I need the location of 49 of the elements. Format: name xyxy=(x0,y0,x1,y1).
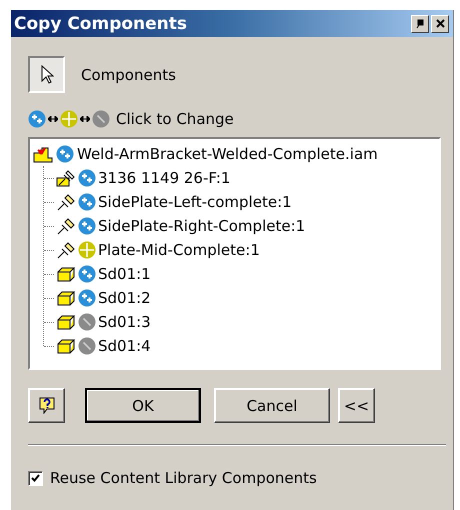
copy-status-icon[interactable] xyxy=(78,265,96,283)
checkbox[interactable] xyxy=(28,470,43,486)
tree-item[interactable]: Sd01:4 xyxy=(98,337,151,355)
dialog-button[interactable]: Cancel xyxy=(214,388,330,423)
dialog-button[interactable]: OK xyxy=(85,388,201,423)
assembly-icon xyxy=(33,145,53,163)
box-icon xyxy=(56,265,76,283)
tree-item[interactable]: Sd01:2 xyxy=(98,289,151,307)
exclude-status-icon[interactable] xyxy=(78,313,96,331)
box-icon xyxy=(56,337,76,355)
tree-item[interactable]: Sd01:1 xyxy=(98,265,151,283)
help-icon xyxy=(38,397,54,414)
tree-item[interactable]: SidePlate-Right-Complete:1 xyxy=(98,217,306,235)
exclude-status-icon[interactable] xyxy=(78,337,96,355)
dialog-button[interactable]: << xyxy=(338,388,375,423)
double-arrow-icon xyxy=(80,116,90,122)
checkbox-label: Reuse Content Library Components xyxy=(50,469,317,487)
check-icon xyxy=(31,474,40,482)
legend-label: Click to Change xyxy=(116,110,234,128)
exclude-status-icon[interactable] xyxy=(92,110,110,128)
cursor-icon xyxy=(40,64,54,84)
pin-icon xyxy=(56,241,76,259)
tree-item[interactable]: Weld-ArmBracket-Welded-Complete.iam xyxy=(77,145,378,163)
reuse-status-icon[interactable] xyxy=(60,110,78,128)
copy-status-icon[interactable] xyxy=(78,169,96,187)
copy-status-icon[interactable] xyxy=(28,110,46,128)
pinned-part-icon xyxy=(56,169,76,187)
box-icon xyxy=(56,313,76,331)
tree-item[interactable]: Sd01:3 xyxy=(98,313,151,331)
copy-status-icon[interactable] xyxy=(56,145,74,163)
close-button[interactable] xyxy=(431,14,449,32)
tree-item[interactable]: 3136 1149 26-F:1 xyxy=(98,169,230,187)
box-icon xyxy=(56,289,76,307)
pin-icon xyxy=(56,217,76,235)
copy-status-icon[interactable] xyxy=(78,217,96,235)
select-button[interactable] xyxy=(28,56,65,93)
tree-item[interactable]: SidePlate-Left-complete:1 xyxy=(98,193,292,211)
pin-icon xyxy=(416,18,424,28)
pin-icon xyxy=(56,193,76,211)
window-title: Copy Components xyxy=(14,14,188,34)
pin-button[interactable] xyxy=(411,14,429,32)
double-arrow-icon xyxy=(48,116,58,122)
reuse-status-icon[interactable] xyxy=(78,241,96,259)
tree-item[interactable]: Plate-Mid-Complete:1 xyxy=(98,241,260,259)
help-button[interactable] xyxy=(28,388,65,423)
copy-status-icon[interactable] xyxy=(78,289,96,307)
close-icon xyxy=(436,19,444,28)
select-label: Components xyxy=(81,66,176,84)
copy-status-icon[interactable] xyxy=(78,193,96,211)
